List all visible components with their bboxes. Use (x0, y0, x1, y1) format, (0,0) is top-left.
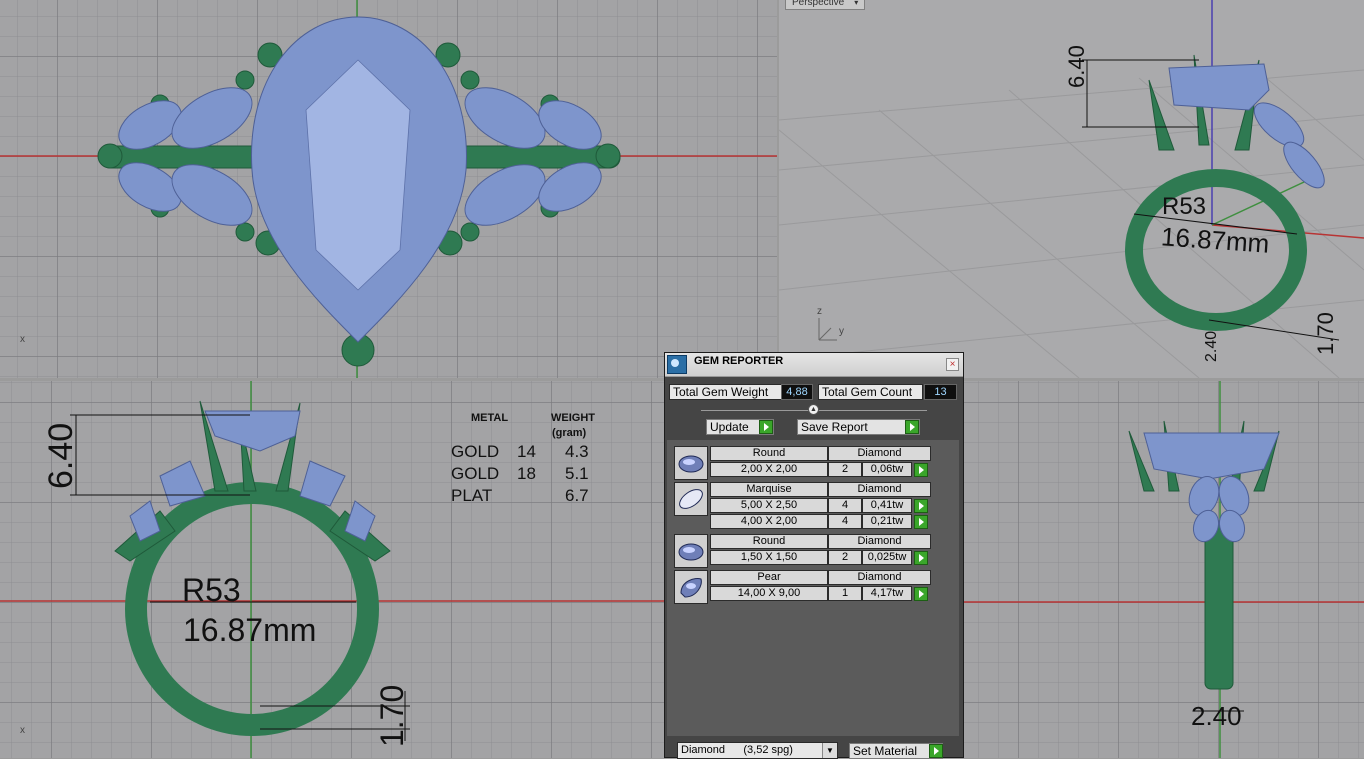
set-material-play-icon[interactable] (929, 744, 943, 758)
metal-weight: 4.3 (565, 442, 589, 461)
gem-count: 4 (828, 498, 862, 513)
metal-karat: 14 (517, 442, 536, 461)
dim-width: 2.40 (1203, 330, 1220, 362)
metal-weight: 6.7 (565, 486, 589, 505)
dim-width: 2.40 (1191, 701, 1242, 731)
gem-size: 2,00 X 2,00 (710, 462, 828, 477)
gem-reporter-logo-icon (667, 355, 687, 374)
gem-total-weight: 0,41tw (862, 498, 912, 513)
gem-total-weight: 0,06tw (862, 462, 912, 477)
gem-size: 1,50 X 1,50 (710, 550, 828, 565)
gem-reporter-title: GEM REPORTER (694, 355, 784, 367)
dim-thickness: 1.70 (1313, 312, 1338, 355)
metal-karat: 18 (517, 464, 536, 483)
gem-material: Diamond (828, 446, 931, 461)
gem-size: 5,00 X 2,50 (710, 498, 828, 513)
gem-material: Diamond (828, 534, 931, 549)
gem-reporter-titlebar[interactable]: GEM REPORTER × (665, 353, 963, 377)
save-report-play-icon[interactable] (905, 420, 919, 434)
metal-name: GOLD (451, 442, 500, 461)
set-material-label: Set Material (853, 744, 918, 758)
update-play-icon[interactable] (759, 420, 773, 434)
viewport-top[interactable]: x (0, 0, 777, 378)
gem-row-select-icon[interactable] (914, 587, 928, 601)
gem-row-select-icon[interactable] (914, 463, 928, 477)
right-view-render (964, 381, 1364, 758)
dim-diameter: 16.87mm (183, 612, 317, 648)
total-gem-count-value: 13 (924, 384, 957, 400)
gem-material: Diamond (828, 482, 931, 497)
material-select[interactable]: Diamond (3,52 spg) ▼ (677, 742, 838, 759)
slider-knob-icon[interactable]: ▲ (808, 404, 819, 415)
save-report-label: Save Report (801, 420, 868, 434)
material-select-value: Diamond (3,52 spg) (681, 744, 793, 756)
round-gem-icon (674, 446, 708, 480)
col-unit-header: (gram) (552, 427, 587, 439)
chevron-down-icon[interactable]: ▾ (854, 0, 858, 8)
chevron-down-icon[interactable]: ▼ (822, 743, 837, 758)
gem-total-weight: 0,025tw (862, 550, 912, 565)
dim-height: 6.40 (42, 422, 80, 489)
viewport-label: Perspective (792, 0, 845, 8)
weight-row: GOLD 18 5.1 (450, 464, 620, 486)
total-gem-weight-value: 4,88 (781, 384, 813, 400)
metal-name: GOLD (451, 464, 500, 483)
pear-gem-icon (674, 570, 708, 604)
update-button-label: Update (710, 420, 749, 434)
viewport-perspective[interactable]: Perspective ▾ 6.40 R53 16.87mm 1.70 2.40 … (779, 0, 1364, 378)
close-icon[interactable]: × (946, 358, 959, 371)
dim-thickness: 1.70 (374, 684, 410, 747)
round-gem-icon (674, 534, 708, 568)
viewport-right[interactable]: 2.40 (964, 381, 1364, 758)
dim-ring-size: R53 (182, 572, 241, 608)
gem-material: Diamond (828, 570, 931, 585)
gem-count: 2 (828, 462, 862, 477)
axis-y-label: y (839, 326, 844, 337)
gem-row-select-icon[interactable] (914, 551, 928, 565)
marquise-gem-icon (674, 482, 708, 516)
gem-total-weight: 4,17tw (862, 586, 912, 601)
weight-row: PLAT 6.7 (450, 486, 620, 508)
gem-shape: Pear (710, 570, 828, 585)
col-metal-header: METAL (471, 412, 509, 424)
gem-row-select-icon[interactable] (914, 499, 928, 513)
viewport-tab-perspective[interactable]: Perspective ▾ (785, 0, 866, 10)
gem-count: 2 (828, 550, 862, 565)
total-gem-count-label: Total Gem Count (818, 384, 923, 400)
gem-size: 14,00 X 9,00 (710, 586, 828, 601)
dim-ring-size: R53 (1162, 193, 1207, 220)
gem-shape: Round (710, 446, 828, 461)
gem-row-select-icon[interactable] (914, 515, 928, 529)
metal-name: PLAT (451, 486, 493, 505)
save-report-button[interactable]: Save Report (797, 419, 920, 435)
top-view-render (0, 0, 777, 378)
gem-shape: Round (710, 534, 828, 549)
axis-z-label: z (817, 306, 822, 317)
gem-count: 1 (828, 586, 862, 601)
gem-total-weight: 0,21tw (862, 514, 912, 529)
metal-weight: 5.1 (565, 464, 589, 483)
axis-x-label: x (20, 725, 25, 736)
col-weight-header: WEIGHT (551, 412, 595, 424)
gem-size: 4,00 X 2,00 (710, 514, 828, 529)
gem-list[interactable]: Round Diamond 2,00 X 2,00 2 0,06tw Marqu… (667, 440, 959, 736)
weight-row: GOLD 14 4.3 (450, 442, 620, 464)
gem-shape: Marquise (710, 482, 828, 497)
dim-height: 6.40 (1064, 45, 1089, 88)
gem-reporter-panel[interactable]: GEM REPORTER × Total Gem Weight 4,88 Tot… (664, 352, 964, 759)
axis-x-label: x (20, 334, 25, 345)
gem-count: 4 (828, 514, 862, 529)
